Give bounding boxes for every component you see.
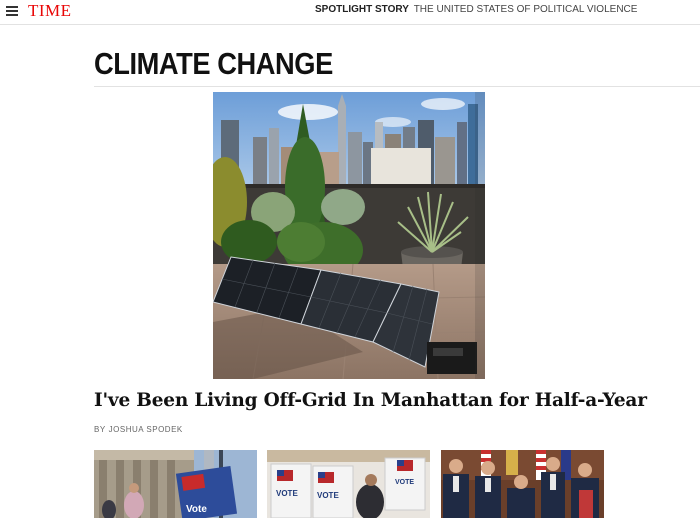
spotlight-title: THE UNITED STATES OF POLITICAL VIOLENCE xyxy=(413,4,638,15)
feature-image[interactable] xyxy=(213,92,485,379)
booth-text-3: VOTE xyxy=(395,479,414,486)
story-thumbnail-3[interactable] xyxy=(441,450,604,518)
section-title: CLIMATE CHANGE xyxy=(94,46,333,81)
byline-label: BY xyxy=(94,425,106,434)
story-thumbnail-1[interactable]: Vote xyxy=(94,450,257,518)
time-logo[interactable]: TIME xyxy=(28,1,72,21)
rooftop-solar-photo xyxy=(213,92,485,379)
voting-booths-photo: VOTE VOTE VOTE xyxy=(267,450,430,518)
story-thumbnail-2[interactable]: VOTE VOTE VOTE xyxy=(267,450,430,518)
spotlight-label: SPOTLIGHT STORY xyxy=(315,4,409,15)
menu-icon[interactable] xyxy=(6,6,18,16)
section-divider xyxy=(94,86,700,87)
spotlight-story-link[interactable]: SPOTLIGHT STORY THE UNITED STATES OF POL… xyxy=(315,4,637,15)
voting-building-photo: Vote xyxy=(94,450,257,518)
author-link[interactable]: JOSHUA SPODEK xyxy=(109,425,183,434)
byline: BY JOSHUA SPODEK xyxy=(94,425,183,434)
booth-text-2: VOTE xyxy=(317,491,339,500)
feature-headline[interactable]: I've Been Living Off-Grid In Manhattan f… xyxy=(94,390,647,411)
vote-sign-text: Vote xyxy=(186,504,207,515)
top-navigation-bar: TIME SPOTLIGHT STORY THE UNITED STATES O… xyxy=(0,0,700,25)
booth-text-1: VOTE xyxy=(276,489,298,498)
officials-event-photo xyxy=(441,450,604,518)
